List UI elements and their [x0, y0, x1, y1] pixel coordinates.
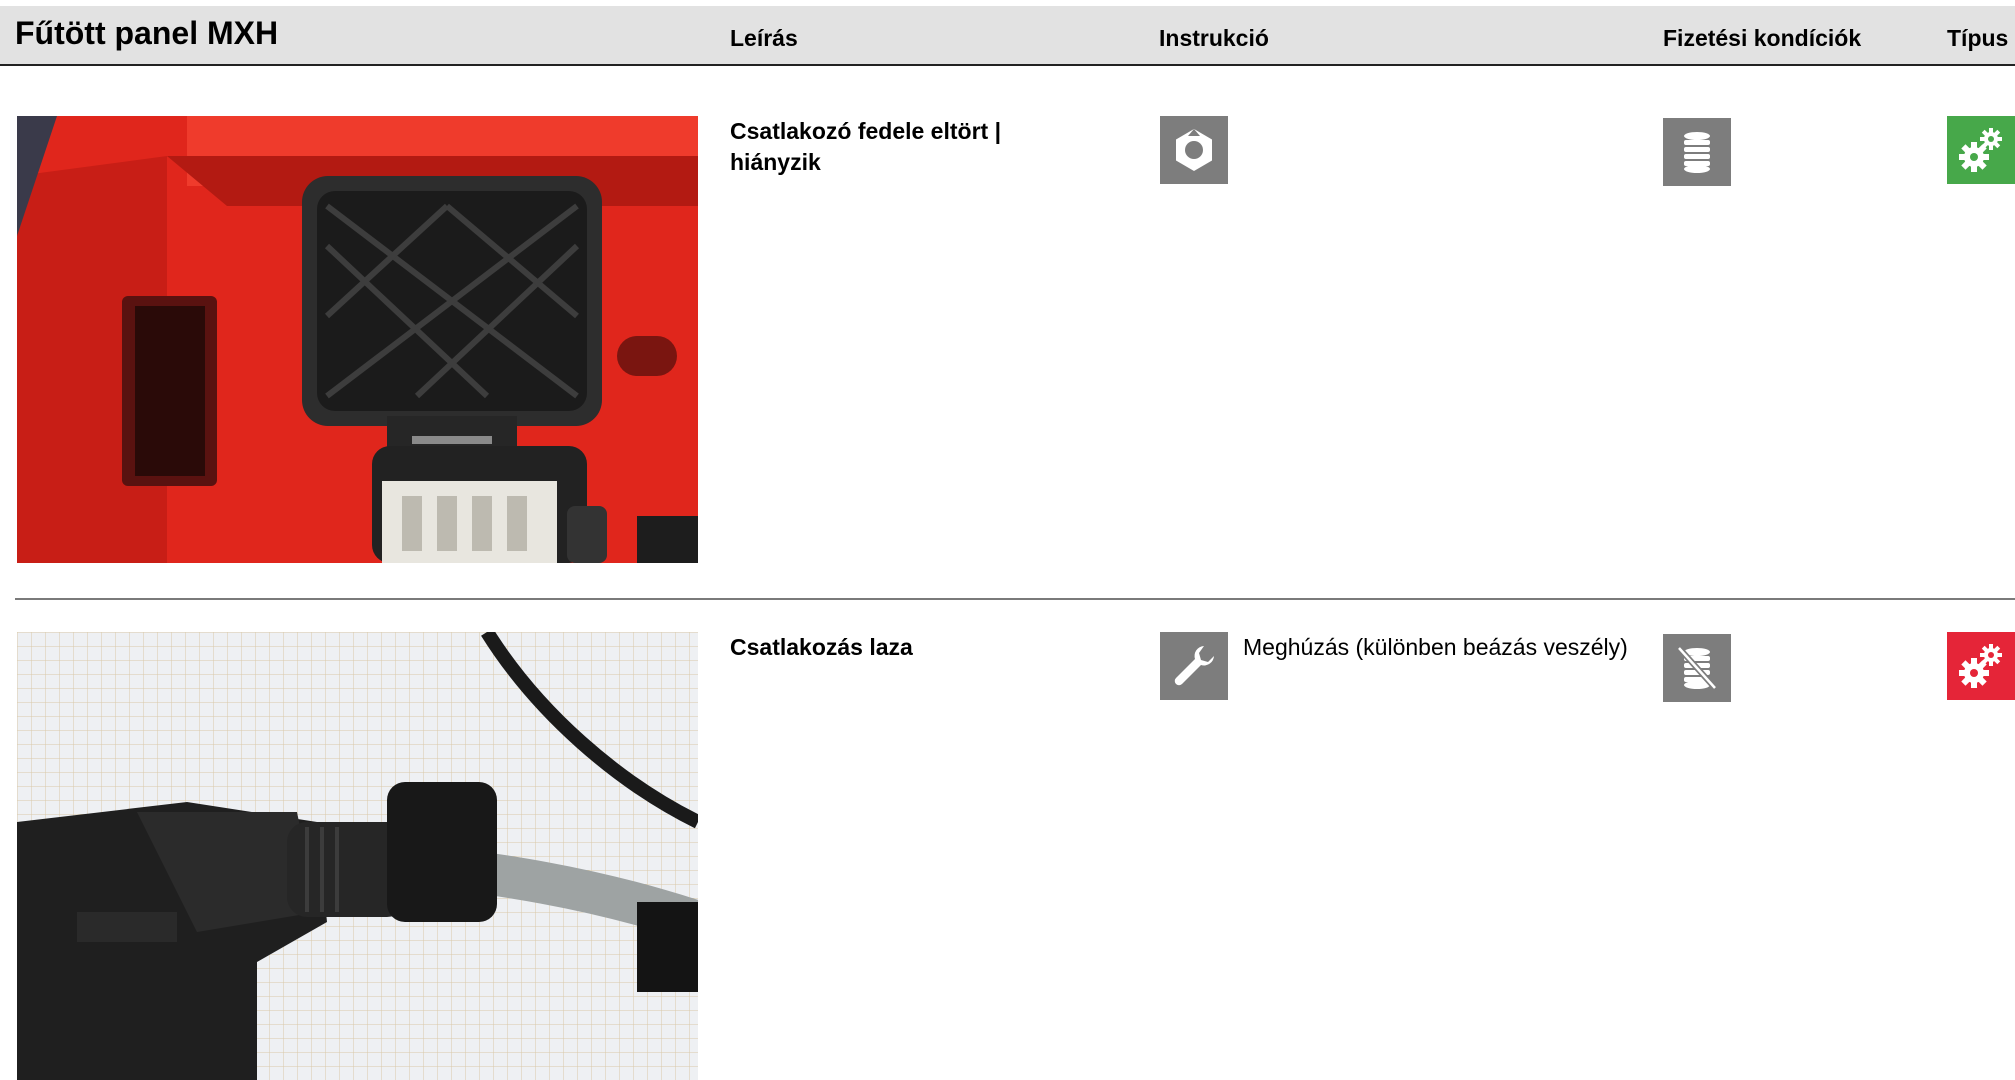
row-divider [15, 598, 2015, 600]
row-photo [17, 116, 698, 563]
instruction-text: Meghúzás (különben beázás veszély) [1243, 634, 1628, 660]
nut-icon [1160, 116, 1228, 184]
page-title: Fűtött panel MXH [15, 15, 279, 51]
table-header: Fűtött panel MXH Leírás Instrukció Fizet… [0, 6, 2015, 66]
coin-stack-icon [1663, 118, 1731, 186]
gears-icon [1947, 116, 2015, 184]
column-header-instruction: Instrukció [1159, 25, 1269, 51]
wrench-icon [1160, 632, 1228, 700]
column-header-description: Leírás [730, 25, 798, 51]
column-header-payment: Fizetési kondíciók [1663, 25, 1862, 51]
coin-stack-crossed-icon [1663, 634, 1731, 702]
row-description: Csatlakozás laza [730, 634, 913, 660]
row-photo [17, 632, 698, 1080]
row-description: Csatlakozó fedele eltört | hiányzik [730, 118, 1002, 175]
gears-icon [1947, 632, 2015, 700]
column-header-type: Típus [1947, 25, 2009, 51]
